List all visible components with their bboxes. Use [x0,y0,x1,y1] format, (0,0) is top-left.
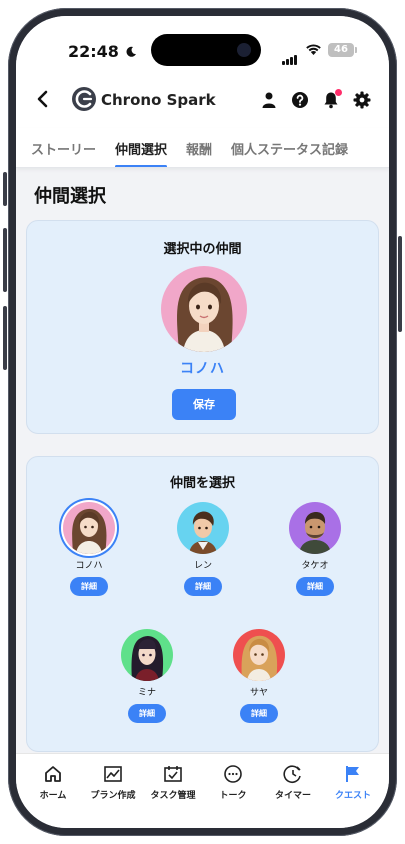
profile-icon[interactable] [260,91,278,109]
companion-name: コノハ [75,561,103,571]
bottom-nav: ホーム プラン作成 タスク管理 トーク タイマー クエスト [16,753,389,828]
status-bar: 22:48 46 [16,16,389,72]
page-title: 仲間選択 [34,186,106,207]
active-tab-indicator [115,165,167,167]
home-icon [45,766,61,782]
nav-plan[interactable]: プラン作成 [82,764,144,801]
dynamic-island [151,34,261,66]
selected-companion-name: コノハ [180,361,225,377]
detail-button-saya[interactable]: 詳細 [240,704,278,723]
gear-icon[interactable] [353,91,371,109]
power-button [398,236,402,332]
notification-dot [335,89,342,96]
nav-quest[interactable]: クエスト [322,764,384,801]
brand-name: Chrono Spark [101,91,216,109]
moon-icon [126,46,136,57]
nav-tasks[interactable]: タスク管理 [142,764,204,801]
flag-icon [346,766,359,782]
companion-ren[interactable]: レン 詳細 [163,502,243,596]
chat-icon [224,765,242,783]
battery-indicator: 46 [328,43,357,57]
companion-konoha[interactable]: コノハ 詳細 [49,502,129,596]
detail-button-mina[interactable]: 詳細 [128,704,166,723]
selected-companion-heading: 選択中の仲間 [163,242,242,257]
nav-label: クエスト [334,791,371,801]
calendar-check-icon [164,766,182,782]
companion-avatar-konoha[interactable] [63,502,115,554]
selected-companion-avatar [161,266,247,352]
wifi-icon [306,44,321,55]
back-arrow-icon[interactable] [36,90,50,108]
companion-avatar-saya[interactable] [233,629,285,681]
companion-name: サヤ [249,688,268,698]
selected-companion-card: 選択中の仲間 コノハ 保存 [26,220,379,434]
nav-home[interactable]: ホーム [22,764,84,801]
nav-timer[interactable]: タイマー [262,764,324,801]
volume-down-button [3,306,7,370]
companion-mina[interactable]: ミナ 詳細 [107,629,187,723]
tab-companion-select[interactable]: 仲間選択 [115,139,167,158]
phone-frame: 22:48 46 Chrono Spark ストーリー 仲間選択 報酬 個人ステ… [8,8,397,836]
app-header: Chrono Spark [16,72,389,128]
tab-bar: ストーリー 仲間選択 報酬 個人ステータス記録 [16,128,389,168]
volume-up-button [3,228,7,292]
nav-label: タスク管理 [150,791,196,801]
chrono-spark-logo-icon [72,87,96,111]
signal-icon [282,46,298,65]
status-time: 22:48 [68,42,137,61]
companion-picker-heading: 仲間を選択 [169,476,235,491]
companion-avatar-takeo[interactable] [289,502,341,554]
companion-name: レン [193,561,212,571]
tab-story[interactable]: ストーリー [31,139,96,158]
detail-button-ren[interactable]: 詳細 [184,577,222,596]
chart-icon [104,766,122,782]
companion-name: タケオ [301,561,329,571]
tab-personal-status[interactable]: 個人ステータス記録 [231,139,348,158]
nav-label: タイマー [274,791,311,801]
companion-avatar-ren[interactable] [177,502,229,554]
nav-talk[interactable]: トーク [202,764,264,801]
nav-label: ホーム [39,791,67,801]
companion-name: ミナ [137,688,156,698]
help-icon[interactable] [291,91,309,109]
save-button[interactable]: 保存 [172,389,236,420]
tab-rewards[interactable]: 報酬 [186,139,212,158]
companion-avatar-mina[interactable] [121,629,173,681]
companion-takeo[interactable]: タケオ 詳細 [275,502,355,596]
detail-button-konoha[interactable]: 詳細 [70,577,108,596]
companion-picker-card: 仲間を選択 コノハ 詳細 レン 詳細 タケオ 詳細 ミナ 詳細 サヤ 詳細 [26,456,379,752]
detail-button-takeo[interactable]: 詳細 [296,577,334,596]
nav-label: トーク [219,791,247,801]
mute-switch [3,172,7,206]
timer-icon [283,765,301,783]
screen: 22:48 46 Chrono Spark ストーリー 仲間選択 報酬 個人ステ… [16,16,389,828]
nav-label: プラン作成 [90,791,136,801]
notification-bell[interactable] [322,89,342,109]
companion-saya[interactable]: サヤ 詳細 [219,629,299,723]
